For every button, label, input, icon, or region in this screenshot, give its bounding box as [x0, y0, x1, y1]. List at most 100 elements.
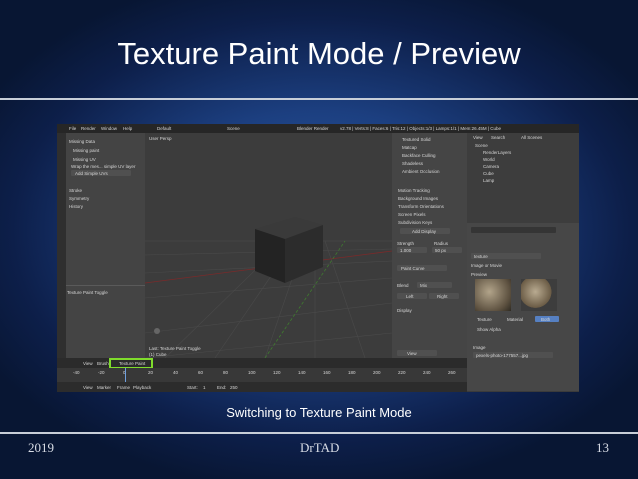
outliner-item[interactable]: Camera [483, 164, 499, 169]
prop-item[interactable]: Backface Culling [402, 153, 436, 158]
timeline-header: View Marker Frame Playback Start: 1 End:… [57, 382, 467, 392]
viewport-grid [145, 217, 392, 358]
outliner: View Search All Scenes Scene RenderLayer… [467, 133, 579, 223]
timeline-tick: 260 [448, 370, 456, 375]
tool-item[interactable]: History [69, 204, 83, 209]
radius-field[interactable]: 50 px [432, 247, 462, 253]
3d-viewport[interactable]: User Persp Last: Texture Paint Toggle (1… [145, 133, 392, 358]
start-label: Start: [187, 385, 198, 390]
prop-item[interactable]: Matcap [402, 145, 417, 150]
end-label: End: [217, 385, 227, 390]
timeline-tick: -20 [98, 370, 105, 375]
outliner-tab-all-scenes[interactable]: All Scenes [521, 135, 542, 140]
timeline-tick: 120 [273, 370, 281, 375]
texture-slots[interactable] [471, 227, 556, 233]
timeline-tick: 160 [323, 370, 331, 375]
tool-item: Missing paint [73, 148, 100, 153]
timeline-tick: 180 [348, 370, 356, 375]
timeline-tick: 60 [198, 370, 204, 375]
outliner-item[interactable]: World [483, 157, 495, 162]
preview-tab-texture[interactable]: Texture [477, 317, 492, 322]
footer-page-number: 13 [596, 440, 609, 455]
material-preview [521, 279, 557, 311]
prop-item[interactable]: Subdivision Keys [398, 220, 432, 225]
brush-menu[interactable]: Brush [97, 361, 109, 366]
blend-label: Blend [397, 283, 409, 288]
texture-preview [475, 279, 511, 311]
slide-title: Texture Paint Mode / Preview [117, 36, 521, 71]
tool-item: Missing UV [73, 157, 96, 162]
slide-caption: Switching to Texture Paint Mode [226, 405, 412, 420]
preview-tab-material[interactable]: Material [507, 317, 523, 322]
strength-field[interactable]: 1.000 [397, 247, 427, 253]
current-frame-marker[interactable] [125, 368, 126, 382]
timeline-tick: 140 [298, 370, 306, 375]
tool-item[interactable]: Symmetry [69, 196, 89, 201]
left-button[interactable]: Left [397, 293, 427, 299]
texture-type[interactable]: Image or Movie [471, 263, 502, 268]
render-engine-selector[interactable]: Blender Render [297, 126, 329, 131]
add-simple-uvs-button[interactable]: Add Simple UVs [71, 170, 131, 176]
frame-menu[interactable]: Frame [117, 385, 130, 390]
playback-menu[interactable]: Playback [133, 385, 151, 390]
prop-item[interactable]: Transform Orientations [398, 204, 444, 209]
menu-render[interactable]: Render [81, 126, 96, 131]
image-section[interactable]: Image [473, 345, 486, 350]
tool-item: Wrap the mes... simple UV layer [71, 164, 136, 169]
slide: Texture Paint Mode / Preview File Render… [0, 0, 638, 479]
radius-label: Radius [434, 241, 449, 246]
prop-item[interactable]: Background Images [398, 196, 438, 201]
view-menu[interactable]: View [83, 361, 93, 366]
screen-layout-selector[interactable]: Default [157, 126, 171, 131]
outliner-item[interactable]: Lamp [483, 178, 494, 183]
prop-item[interactable]: Shadeless [402, 161, 423, 166]
operator-title: Texture Paint Toggle [67, 290, 108, 295]
timeline-tick: 200 [373, 370, 381, 375]
menu-help[interactable]: Help [123, 126, 132, 131]
prop-item[interactable]: Screen Pixels [398, 212, 426, 217]
tool-item[interactable]: Missing Data [69, 139, 95, 144]
show-alpha-checkbox[interactable]: Show Alpha [477, 327, 501, 332]
info-header: File Render Window Help Default Scene Bl… [57, 124, 579, 133]
blend-select[interactable]: Mix [417, 282, 452, 288]
add-display-button[interactable]: Add Display [400, 228, 450, 234]
footer-year: 2019 [28, 440, 54, 455]
timeline-tick: 80 [223, 370, 229, 375]
texture-name-field[interactable]: texture [471, 253, 541, 259]
timeline-tick: -40 [73, 370, 80, 375]
prop-item[interactable]: Motion Tracking [398, 188, 430, 193]
timeline-view-menu[interactable]: View [83, 385, 93, 390]
display-label: Display [397, 308, 412, 313]
right-button[interactable]: Right [429, 293, 459, 299]
image-file-field[interactable]: pexels-photo-177557...jpg [473, 352, 553, 358]
menu-window[interactable]: Window [101, 126, 117, 131]
blender-screenshot: File Render Window Help Default Scene Bl… [57, 124, 579, 392]
outliner-item[interactable]: RenderLayers [483, 150, 511, 155]
preview-tab-both[interactable]: Both [535, 316, 559, 322]
viewport-label: User Persp [149, 136, 172, 141]
prop-item[interactable]: Ambient Occlusion [402, 169, 440, 174]
outliner-tab-view[interactable]: View [473, 135, 483, 140]
timeline-tick: 220 [398, 370, 406, 375]
start-field[interactable]: 1 [203, 385, 206, 390]
end-field[interactable]: 250 [230, 385, 238, 390]
outliner-item[interactable]: Scene [475, 143, 488, 148]
title-divider [0, 98, 638, 100]
preview-section[interactable]: Preview [471, 272, 487, 277]
active-object: (1) Cube [149, 352, 167, 357]
outliner-tab-search[interactable]: Search [491, 135, 505, 140]
axis-gizmo [154, 328, 160, 334]
timeline-tick: 20 [148, 370, 154, 375]
tool-shelf: Missing Data Missing paint Missing UV Wr… [57, 133, 145, 366]
tool-item[interactable]: Stroke [69, 188, 82, 193]
strength-label: Strength [397, 241, 415, 246]
prop-item[interactable]: Textured Solid [402, 137, 431, 142]
paint-curve-button[interactable]: Paint Curve [397, 265, 447, 271]
view-button[interactable]: View [397, 350, 437, 356]
scene-selector[interactable]: Scene [227, 126, 240, 131]
tool-tabs[interactable] [57, 133, 66, 366]
menu-file[interactable]: File [69, 126, 76, 131]
footer-author: DrTAD [300, 440, 340, 455]
outliner-item[interactable]: Cube [483, 171, 494, 176]
marker-menu[interactable]: Marker [97, 385, 111, 390]
